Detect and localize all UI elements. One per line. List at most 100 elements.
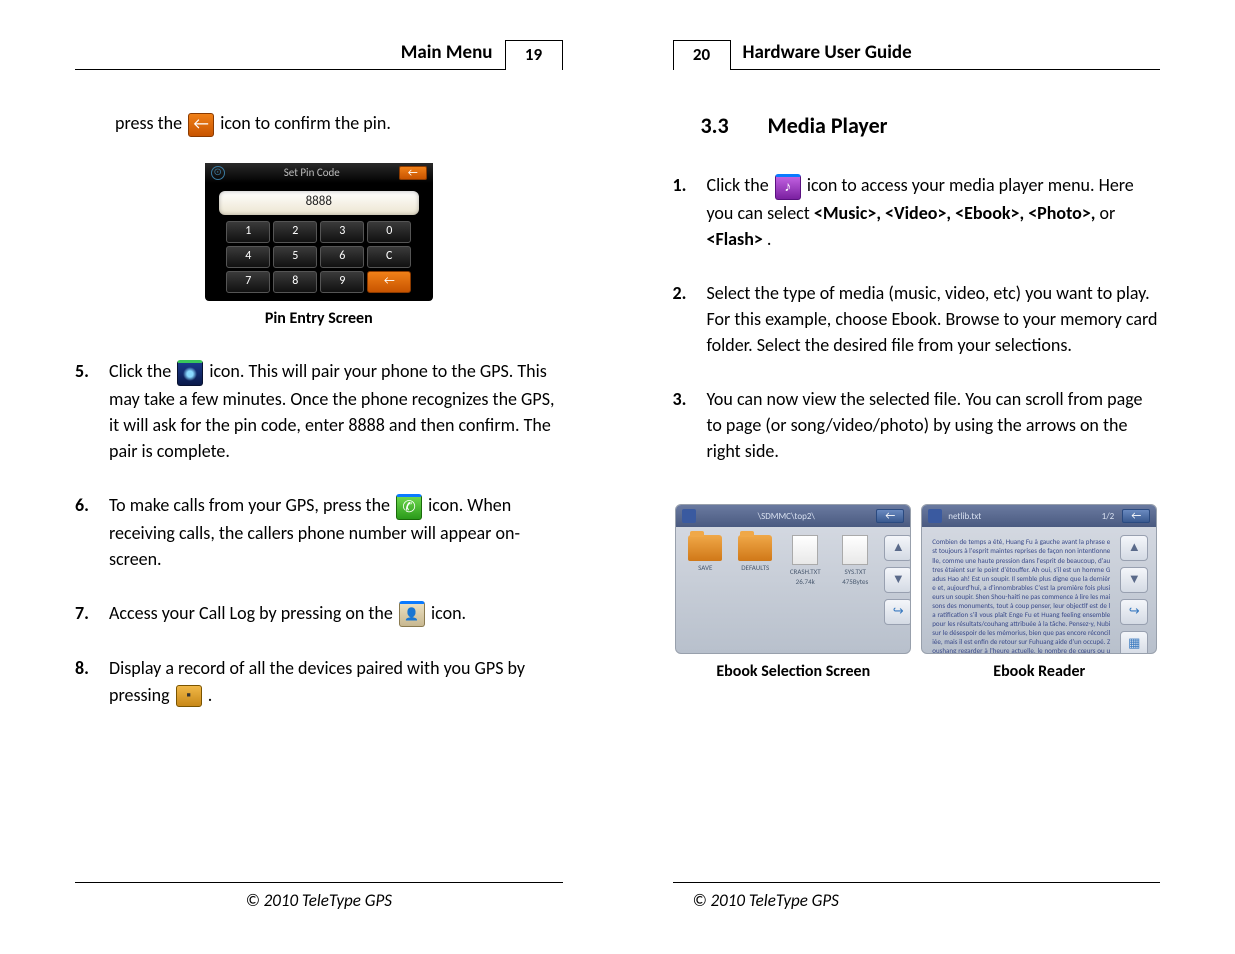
key-8: 8 [273, 271, 317, 293]
file-save-label: SAVE [684, 563, 726, 573]
pin-entry-figure: ⊙ Set Pin Code ← 8888 1 2 3 0 4 5 6 C 7 … [75, 163, 563, 330]
file-defaults-label: DEFAULTS [734, 563, 776, 573]
key-0: 0 [367, 221, 411, 243]
ebook-selection-col: \SDMMC\top2\ ← SAVE DEFAULTS [675, 504, 911, 683]
back-arrow-icon [188, 113, 214, 137]
page-down-icon: ▼ [1120, 567, 1148, 593]
phone-icon [396, 494, 422, 520]
key-2: 2 [273, 221, 317, 243]
rstep-3-number: 3. [673, 386, 707, 464]
left-steps: 5. Click the icon. This will pair your p… [75, 358, 563, 708]
step-6: 6. To make calls from your GPS, press th… [75, 492, 563, 572]
ebook-text-preview: Combien de temps a été, Huang Fu à gauch… [930, 535, 1112, 654]
titlebar-back-icon: ← [399, 166, 427, 180]
section-number: 3.3 [701, 110, 763, 142]
step-8: 8. Display a record of all the devices p… [75, 655, 563, 707]
key-9: 9 [320, 271, 364, 293]
media-player-icon [775, 174, 801, 200]
file-sys: SYS.TXT 475Bytes [834, 535, 876, 587]
document-icon [792, 535, 818, 565]
file-save: SAVE [684, 535, 726, 573]
rstep-1-mid2: or [1100, 202, 1116, 224]
ebook-reader-col: netlib.txt 1/2 ← Combien de temps a été,… [921, 504, 1157, 683]
ebook-selection-caption: Ebook Selection Screen [675, 660, 911, 683]
step-6-prefix: To make calls from your GPS, press the [109, 494, 394, 516]
key-7: 7 [226, 271, 270, 293]
folder-icon [738, 535, 772, 561]
file-crash-size: 26.74k [784, 577, 826, 587]
ebook-back-icon: ← [876, 509, 904, 523]
ebook-reader-page: 1/2 [1102, 510, 1123, 523]
page-19: Main Menu 19 press the icon to confirm t… [0, 0, 618, 954]
file-defaults: DEFAULTS [734, 535, 776, 573]
ebook-reader-filename: netlib.txt [942, 510, 1101, 523]
footer-right: © 2010 TeleType GPS [673, 882, 1161, 914]
header-title-left: Main Menu [397, 39, 497, 69]
paired-devices-icon [176, 685, 202, 707]
device-icon [682, 509, 696, 523]
section-3-3: 3.3 Media Player [701, 110, 1161, 142]
rstep-1-bold2: <Flash> [707, 228, 763, 250]
step-8-number: 8. [75, 655, 109, 707]
ebook-selection-titlebar: \SDMMC\top2\ ← [676, 505, 910, 527]
step-5-number: 5. [75, 358, 109, 464]
pin-entry-device: ⊙ Set Pin Code ← 8888 1 2 3 0 4 5 6 C 7 … [205, 163, 433, 301]
intro-suffix: icon to confirm the pin. [220, 112, 391, 134]
reader-side-buttons: ▲ ▼ ↪ ▦ [1120, 535, 1148, 654]
ebook-screenshots: \SDMMC\top2\ ← SAVE DEFAULTS [673, 504, 1161, 683]
rstep-2-content: Select the type of media (music, video, … [707, 280, 1161, 358]
ebook-selection-device: \SDMMC\top2\ ← SAVE DEFAULTS [675, 504, 911, 654]
key-c: C [367, 246, 411, 268]
key-4: 4 [226, 246, 270, 268]
grid-icon: ▦ [1120, 631, 1148, 654]
section-title: Media Player [767, 112, 887, 139]
pin-display: 8888 [219, 191, 419, 215]
header-right: 20 Hardware User Guide [673, 40, 1161, 70]
selection-side-buttons: ▲ ▼ ↪ [884, 535, 911, 625]
step-6-content: To make calls from your GPS, press the i… [109, 492, 563, 572]
document-icon [842, 535, 868, 565]
step-8-suffix: . [208, 684, 213, 706]
rstep-1-content: Click the icon to access your media play… [707, 172, 1161, 252]
ebook-selection-path: \SDMMC\top2\ [696, 510, 876, 523]
file-sys-size: 475Bytes [834, 577, 876, 587]
step-5-prefix: Click the [109, 360, 175, 382]
step-7-prefix: Access your Call Log by pressing on the [109, 602, 397, 624]
footer-left: © 2010 TeleType GPS [75, 882, 563, 914]
rstep-1-number: 1. [673, 172, 707, 252]
file-sys-label: SYS.TXT [834, 567, 876, 577]
rstep-2-number: 2. [673, 280, 707, 358]
rstep-1-suffix: . [767, 228, 772, 250]
call-log-icon [399, 601, 425, 627]
keypad: 1 2 3 0 4 5 6 C 7 8 9 ← [205, 221, 433, 293]
rstep-3: 3. You can now view the selected file. Y… [673, 386, 1161, 464]
step-5: 5. Click the icon. This will pair your p… [75, 358, 563, 464]
enter-icon: ↪ [884, 599, 911, 625]
step-6-number: 6. [75, 492, 109, 572]
step-5-content: Click the icon. This will pair your phon… [109, 358, 563, 464]
reader-back-icon: ← [1122, 509, 1150, 523]
key-5: 5 [273, 246, 317, 268]
step-7-suffix: icon. [431, 602, 466, 624]
header-title-right: Hardware User Guide [739, 39, 916, 69]
ebook-selection-body: SAVE DEFAULTS CRASH.TXT 26.74k [676, 527, 910, 633]
key-1: 1 [226, 221, 270, 243]
step-8-prefix: Display a record of all the devices pair… [109, 657, 525, 705]
rstep-3-content: You can now view the selected file. You … [707, 386, 1161, 464]
page-number-19: 19 [505, 40, 563, 70]
key-back: ← [367, 271, 411, 293]
key-3: 3 [320, 221, 364, 243]
rstep-1: 1. Click the icon to access your media p… [673, 172, 1161, 252]
ebook-reader-titlebar: netlib.txt 1/2 ← [922, 505, 1156, 527]
bluetooth-icon [177, 360, 203, 386]
pin-title: Set Pin Code [225, 165, 399, 181]
rstep-1-bold1: <Music>, <Video>, <Ebook>, <Photo>, [814, 202, 1096, 224]
step-5-suffix: icon. This will pair your phone to the G… [109, 360, 554, 462]
bluetooth-circle-icon: ⊙ [211, 166, 225, 180]
page-up-icon: ▲ [1120, 535, 1148, 561]
rstep-2: 2. Select the type of media (music, vide… [673, 280, 1161, 358]
step-7-content: Access your Call Log by pressing on the … [109, 600, 563, 628]
key-6: 6 [320, 246, 364, 268]
rstep-1-prefix: Click the [707, 174, 773, 196]
ebook-reader-body: Combien de temps a été, Huang Fu à gauch… [922, 527, 1156, 654]
